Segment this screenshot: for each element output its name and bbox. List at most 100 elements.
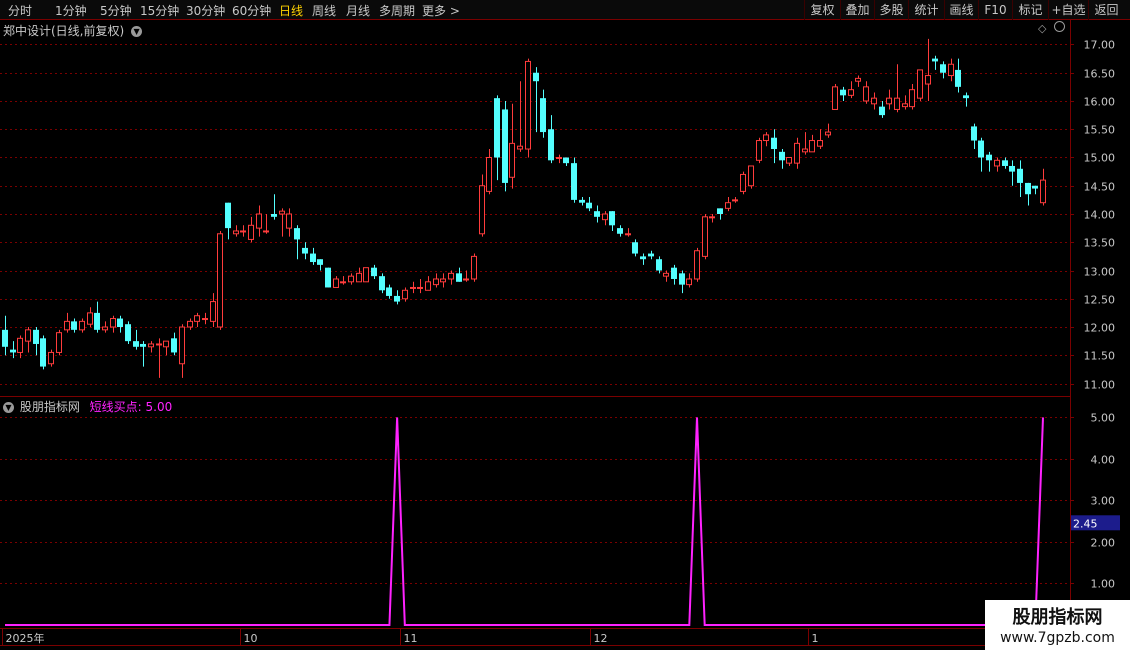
candle-body (17, 337, 23, 353)
candle (756, 137, 762, 164)
candle-body (994, 159, 1000, 167)
y-tick-label: 5.00 (1091, 412, 1116, 425)
candle (1032, 185, 1038, 195)
candle (263, 214, 269, 234)
candle (140, 341, 146, 367)
candle-body (286, 213, 292, 229)
candle (1040, 168, 1046, 206)
candle-body (855, 77, 861, 82)
candle-body (779, 151, 785, 161)
indicator-chevron-down-icon[interactable]: ▼ (3, 402, 14, 413)
candle (433, 273, 439, 288)
candle-body (725, 202, 731, 209)
candle-body (217, 233, 223, 328)
candle-body (225, 202, 231, 229)
candle (2, 315, 8, 356)
candle (194, 312, 200, 328)
candle (656, 256, 662, 274)
candle (971, 123, 977, 150)
candle-body (1032, 185, 1038, 189)
candle-body (571, 163, 577, 200)
candle (479, 174, 485, 237)
candle (171, 332, 177, 356)
candle-body (471, 255, 477, 280)
chevron-down-icon[interactable]: ▼ (131, 26, 143, 37)
candle-body (502, 109, 508, 183)
candle-body (955, 69, 961, 87)
y-tick-label: 4.00 (1091, 454, 1116, 467)
candle (356, 267, 362, 283)
signal-series (5, 417, 1044, 626)
candle (955, 58, 961, 93)
stock-title: 郑中设计(日线,前复权) (3, 24, 125, 38)
candle (863, 81, 869, 104)
candle-body (317, 259, 323, 265)
crosshair-value-label: 2.45 (1073, 517, 1098, 530)
candle (294, 225, 300, 260)
candle (686, 273, 692, 288)
candle-body (640, 256, 646, 260)
candle (609, 211, 615, 231)
x-tick-label: 11 (404, 632, 418, 645)
candle (994, 157, 1000, 172)
candle (363, 267, 369, 283)
y-tick-label: 13.00 (1084, 266, 1116, 279)
candle (786, 156, 792, 166)
candle-body (248, 224, 254, 240)
candle (832, 84, 838, 110)
circle-options-icon[interactable] (1054, 21, 1065, 32)
candle-body (1025, 182, 1031, 195)
candle (179, 324, 185, 378)
candle-body (348, 275, 354, 283)
candle-body (848, 89, 854, 96)
candle (571, 157, 577, 203)
y-tick-label: 11.50 (1084, 350, 1116, 363)
candle-body (33, 329, 39, 344)
candle-body (156, 343, 162, 346)
candle-body (656, 259, 662, 271)
y-tick-label: 16.50 (1084, 68, 1116, 81)
x-tick-label: 10 (244, 632, 258, 645)
candle-body (163, 340, 169, 348)
candle (648, 250, 654, 260)
candle (156, 338, 162, 378)
candle (125, 321, 131, 344)
candle (271, 194, 277, 220)
candle (632, 239, 638, 257)
diamond-icon[interactable]: ◇ (1038, 22, 1046, 35)
candle-body (494, 98, 500, 158)
candle (663, 270, 669, 282)
candle (871, 92, 877, 110)
candle-body (886, 97, 892, 105)
candle-body (540, 98, 546, 133)
candle-body (871, 97, 877, 105)
candle-body (379, 276, 385, 291)
candle-body (456, 273, 462, 282)
candle (410, 281, 416, 294)
candlestick-series (2, 38, 1046, 378)
candle-body (694, 250, 700, 280)
candle-body (140, 343, 146, 347)
y-tick-label: 17.00 (1084, 39, 1116, 52)
candle-body (440, 278, 446, 283)
candle-body (363, 267, 369, 283)
candle-body (233, 230, 239, 235)
candle-body (64, 320, 70, 331)
candle-body (448, 272, 454, 280)
watermark-logo: 股朋指标网 www.7gpzb.com (985, 600, 1130, 650)
candle (563, 157, 569, 166)
candle (679, 270, 685, 294)
candle (279, 208, 285, 237)
candle-body (202, 318, 208, 321)
candle-body (417, 286, 423, 289)
candle (440, 273, 446, 288)
candle (94, 301, 100, 333)
candle-body (756, 140, 762, 161)
candle-body (879, 106, 885, 116)
candle-body (971, 126, 977, 141)
candle-body (817, 140, 823, 147)
candle-body (732, 199, 738, 202)
candle (117, 315, 123, 333)
candle (248, 216, 254, 243)
candle-body (133, 341, 139, 347)
